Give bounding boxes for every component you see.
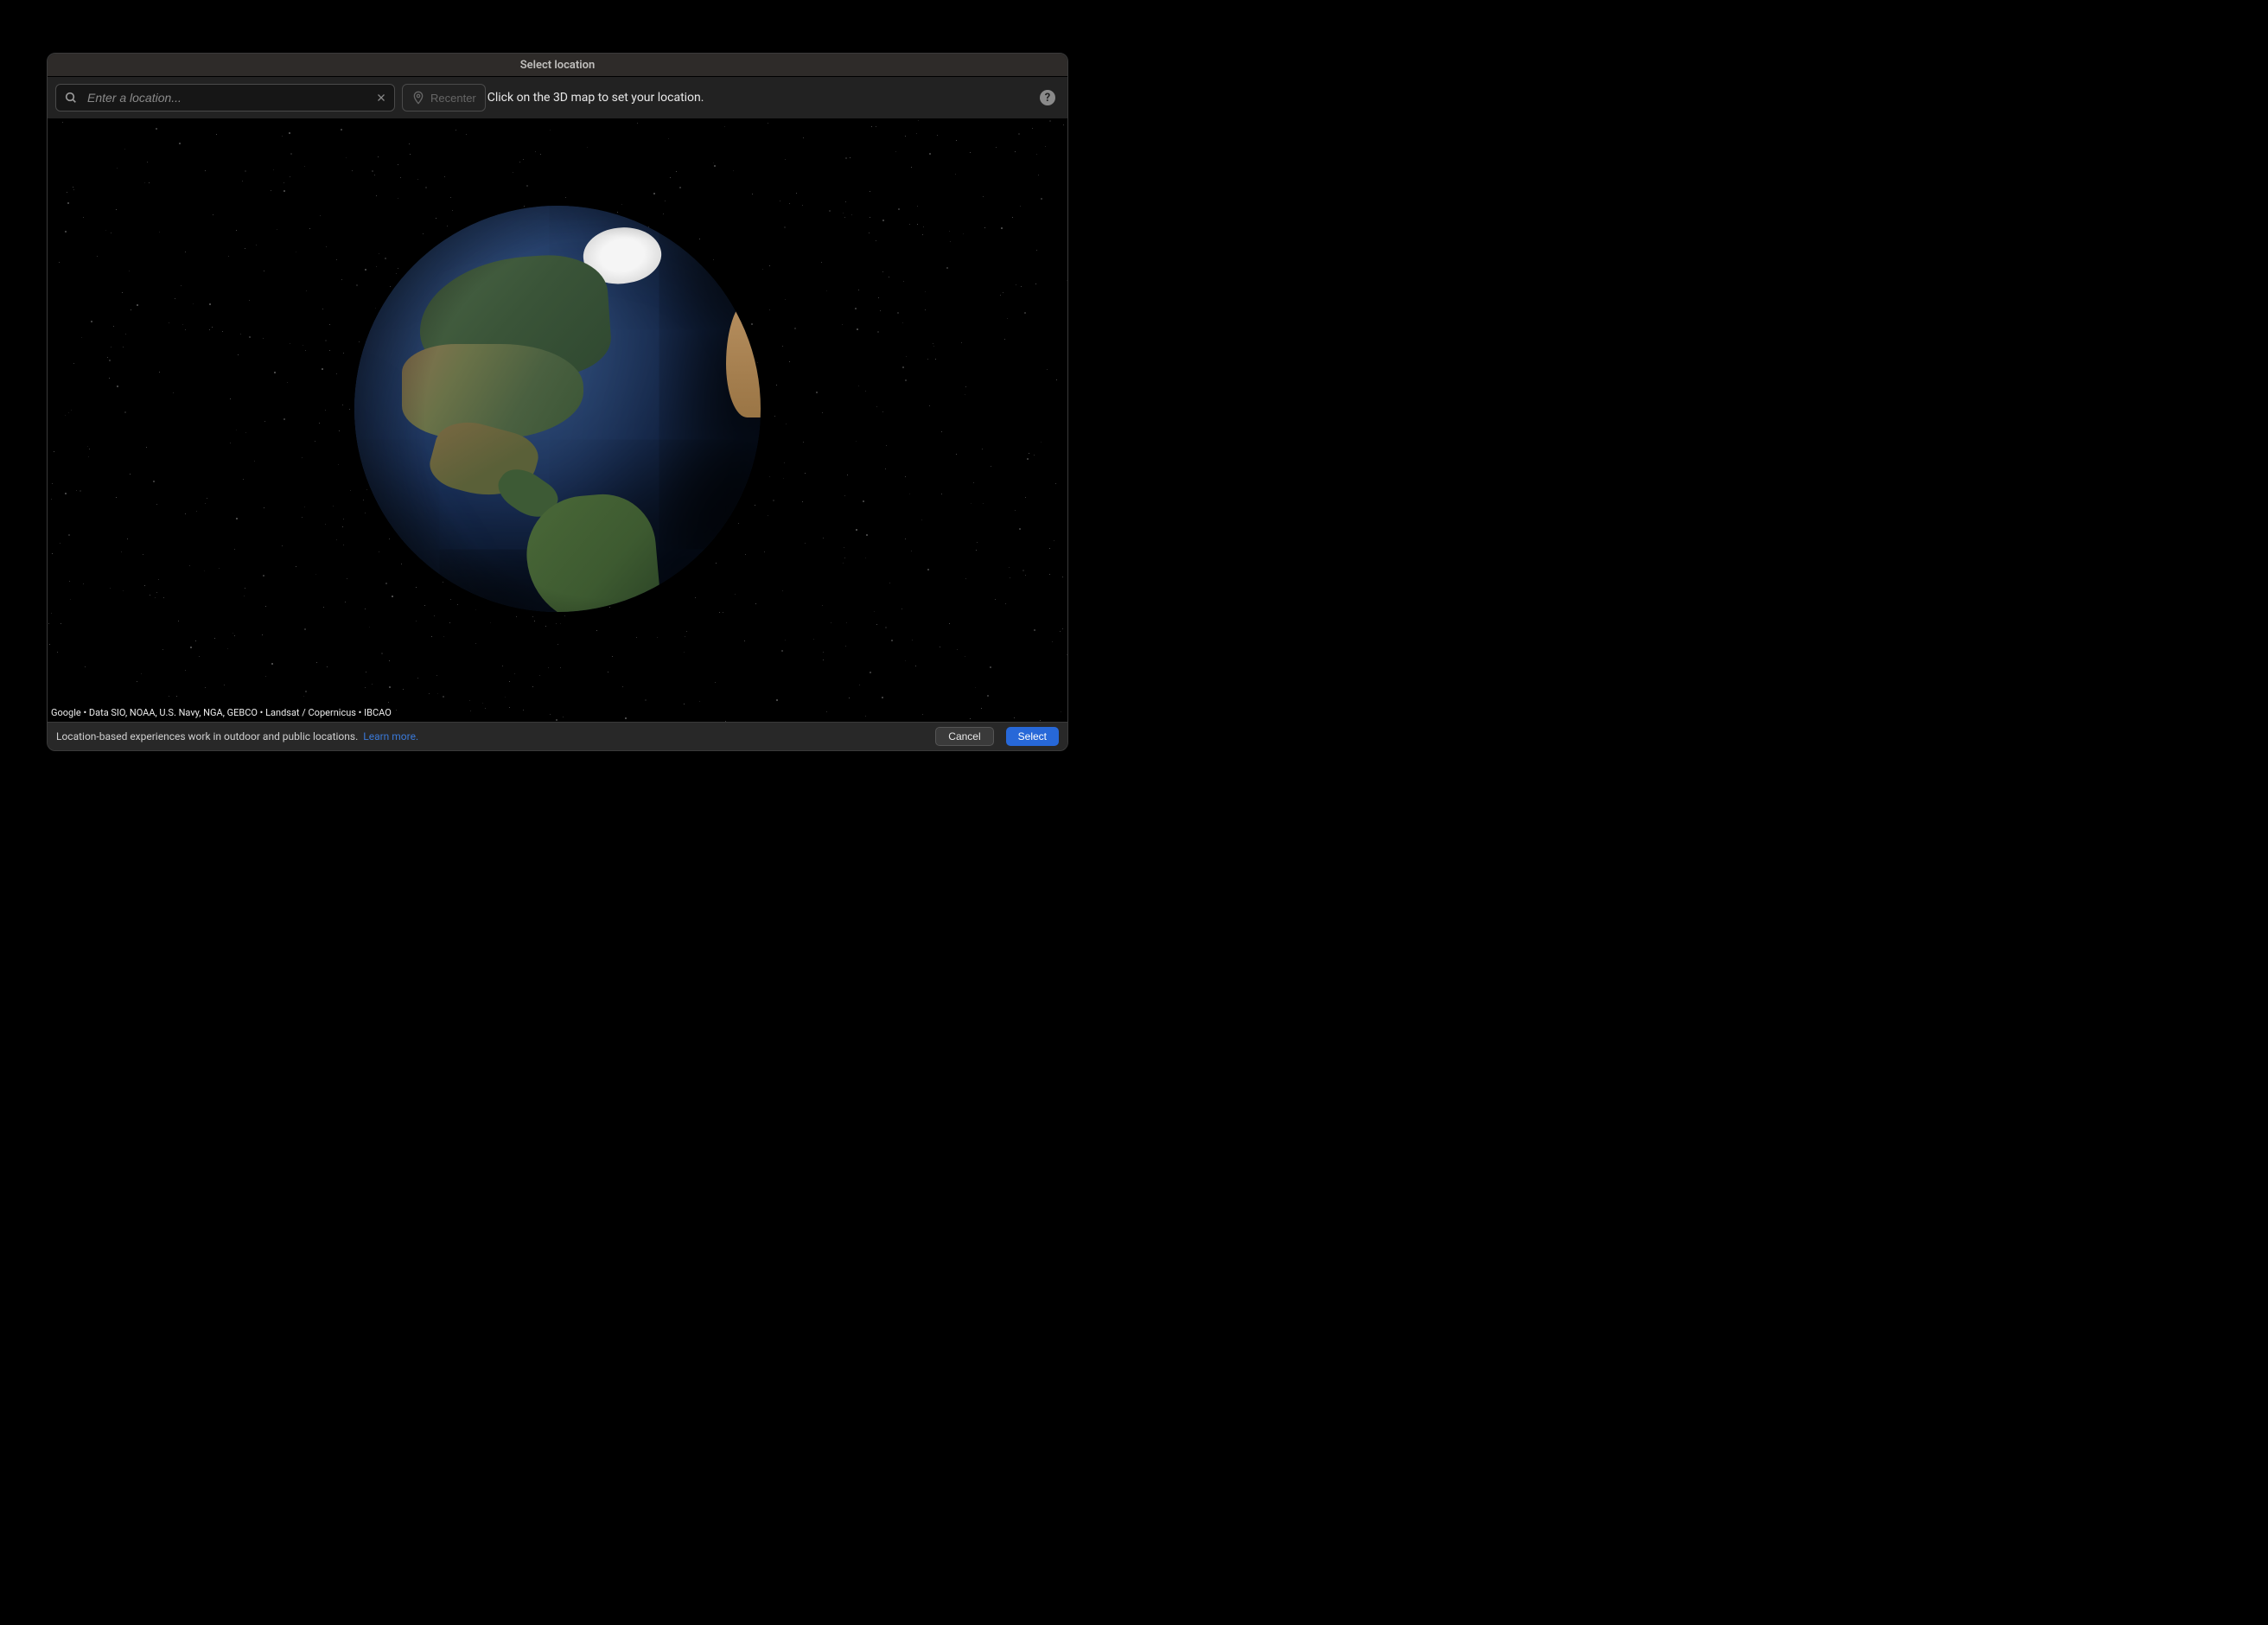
landmass-usa [402,344,583,439]
location-pin-icon [411,91,425,105]
map-attribution: Google • Data SIO, NOAA, U.S. Navy, NGA,… [51,707,392,718]
earth-globe[interactable] [354,206,761,612]
window-title: Select location [520,59,596,72]
footer-info-text: Location-based experiences work in outdo… [56,730,358,742]
select-button[interactable]: Select [1006,727,1059,746]
footer-bar: Location-based experiences work in outdo… [48,722,1067,750]
cancel-button[interactable]: Cancel [935,727,993,746]
map-3d-viewport[interactable]: Google • Data SIO, NOAA, U.S. Navy, NGA,… [48,119,1067,722]
map-hint-text: Click on the 3D map to set your location… [487,91,704,105]
landmass-africa [726,296,761,417]
help-icon: ? [1045,92,1050,105]
recenter-button[interactable]: Recenter [402,84,486,112]
recenter-label: Recenter [430,92,476,105]
search-input[interactable] [55,84,395,112]
learn-more-link[interactable]: Learn more. [363,730,418,742]
toolbar: Recenter Click on the 3D map to set your… [48,77,1067,119]
clear-search-icon[interactable] [374,91,388,105]
window-titlebar: Select location [48,54,1067,77]
select-location-window: Select location [47,53,1068,751]
help-button[interactable]: ? [1040,90,1055,105]
search-wrapper [55,84,395,112]
search-icon [64,91,78,105]
